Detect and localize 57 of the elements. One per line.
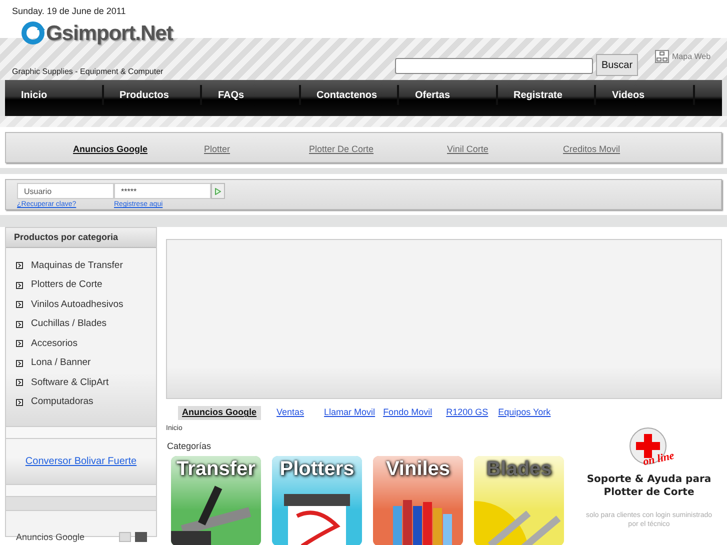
ad-link[interactable]: Fondo Movil [383,406,432,420]
nav-item[interactable]: FAQs [202,85,300,105]
date-text: Sunday. 19 de June de 2011 [12,5,126,18]
tile-title: Blades [485,459,553,479]
password-field[interactable]: ***** [114,183,211,199]
nav-link[interactable]: Creditos Movil [563,144,620,154]
heading-link[interactable]: Anuncios Google [73,144,148,154]
search-field[interactable] [395,58,593,74]
category-item[interactable]: Accesorios [6,334,156,354]
arrow-box-icon [16,398,23,406]
heading-link[interactable]: Anuncios Google [178,406,261,420]
category-item[interactable]: Maquinas de Transfer [6,256,156,276]
tile-title: Viniles [384,459,452,479]
ad-link[interactable]: R1200 GS [446,406,488,420]
category-item[interactable]: Computadoras [6,392,156,412]
tile-title: Transfer [176,459,256,479]
category-tile[interactable]: Blades [474,456,564,545]
tile-title: Plotters [278,459,356,479]
logo-icon [20,20,46,46]
site-map-link[interactable]: Mapa Web [655,50,711,63]
username-field[interactable]: Usuario [17,183,114,199]
arrow-box-icon [16,379,23,386]
nav-link[interactable]: Plotter De Corte [309,144,374,154]
sidebar-title: Productos por categoria [6,228,156,248]
arrow-box-icon [16,340,23,348]
logo-text: Gsimport.Net [46,22,173,44]
nav-link[interactable]: Plotter [204,144,230,154]
nav-item[interactable]: Contactenos [300,85,399,105]
online-label: on line [642,448,676,470]
ad-link[interactable]: Equipos York [498,406,551,420]
search-button[interactable]: Buscar [596,54,638,76]
tagline-text: Graphic Supplies - Equipment & Computer [12,66,164,78]
category-item[interactable]: Vinilos Autoadhesivos [6,295,156,314]
category-item[interactable]: Plotters de Corte [6,276,156,295]
ad-link[interactable]: Llamar Movil [324,406,376,420]
arrow-box-icon [16,262,23,270]
section-title: Categorías [166,440,212,453]
nav-item[interactable]: Registrate [498,85,596,105]
ad-label: Anuncios Google [16,533,85,542]
category-item[interactable]: Lona / Banner [6,354,156,373]
sitemap-icon [655,50,669,63]
nav-link[interactable]: Vinil Corte [447,144,488,154]
submit-button[interactable] [211,183,225,199]
arrow-box-icon [16,282,23,289]
arrow-box-icon [16,360,23,367]
next-button[interactable] [134,532,147,542]
arrow-box-icon [16,320,23,328]
category-item[interactable]: Software & ClipArt [6,373,156,392]
nav-item[interactable]: Videos [596,85,694,105]
category-item[interactable]: Cuchillas / Blades [6,314,156,334]
nav-item[interactable]: Inicio [5,85,104,105]
play-icon [215,188,221,194]
nav-item[interactable]: Ofertas [399,85,498,105]
ad-link[interactable]: Ventas [276,406,304,420]
arrow-box-icon [16,301,23,308]
support-title: Soporte & Ayuda para Plotter de Corte [586,472,712,498]
nav-item[interactable]: Productos [104,85,202,105]
